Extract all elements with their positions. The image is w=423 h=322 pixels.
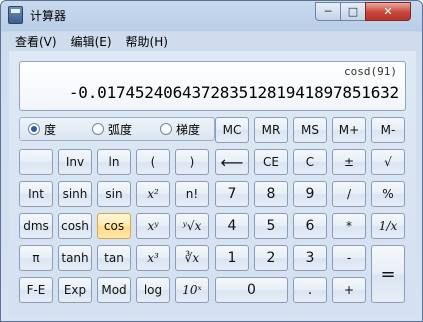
menu-edit[interactable]: 编辑(E) — [71, 33, 112, 50]
maximize-button[interactable]: □ — [340, 2, 366, 21]
inv-button[interactable]: Inv — [58, 149, 92, 175]
subtract-button[interactable]: - — [332, 245, 366, 271]
pi-button[interactable]: π — [19, 245, 53, 271]
digit-2-button[interactable]: 2 — [254, 245, 288, 271]
angle-degrees-label: 度 — [44, 122, 57, 137]
cos-button[interactable]: cos — [97, 213, 131, 239]
m-minus-button[interactable]: M- — [371, 117, 405, 143]
tanh-button[interactable]: tanh — [58, 245, 92, 271]
tan-button[interactable]: tan — [97, 245, 131, 271]
calculator-window: 计算器 ─ □ ✕ 查看(V) 编辑(E) 帮助(H) cosd(91) -0.… — [0, 0, 423, 322]
digit-8-button[interactable]: 8 — [254, 181, 288, 207]
backspace-button[interactable]: ⟵ — [215, 149, 249, 175]
menu-help[interactable]: 帮助(H) — [126, 33, 168, 50]
m-plus-button[interactable]: M+ — [332, 117, 366, 143]
blank-button[interactable] — [19, 149, 53, 175]
digit-3-button[interactable]: 3 — [293, 245, 327, 271]
ten-power-x-button[interactable]: 10ˣ — [175, 277, 209, 303]
exp-button[interactable]: Exp — [58, 277, 92, 303]
equals-button[interactable]: = — [371, 245, 405, 303]
percent-button[interactable]: % — [371, 181, 405, 207]
factorial-button[interactable]: n! — [175, 181, 209, 207]
radio-degrees[interactable] — [28, 123, 40, 135]
digit-0-button[interactable]: 0 — [215, 277, 288, 303]
angle-radians-label: 弧度 — [108, 122, 133, 137]
cube-root-button[interactable]: ∛x — [175, 245, 209, 271]
decimal-point-button[interactable]: . — [293, 277, 327, 303]
result-display: -0.01745240643728351281941897851632 — [68, 83, 399, 102]
sin-button[interactable]: sin — [97, 181, 131, 207]
multiply-button[interactable]: * — [332, 213, 366, 239]
digit-1-button[interactable]: 1 — [215, 245, 249, 271]
ln-button[interactable]: ln — [97, 149, 131, 175]
ms-button[interactable]: MS — [293, 117, 327, 143]
clear-button[interactable]: C — [293, 149, 327, 175]
angle-degrees-option[interactable]: 度 — [28, 121, 56, 138]
cosh-button[interactable]: cosh — [58, 213, 92, 239]
digit-9-button[interactable]: 9 — [293, 181, 327, 207]
divide-button[interactable]: / — [332, 181, 366, 207]
calculator-body: cosd(91) -0.0174524064372835128194189785… — [9, 51, 416, 315]
plus-minus-button[interactable]: ± — [332, 149, 366, 175]
sqrt-button[interactable]: √ — [371, 149, 405, 175]
mod-button[interactable]: Mod — [97, 277, 131, 303]
minimize-button[interactable]: ─ — [315, 2, 341, 21]
calculator-icon — [8, 6, 23, 24]
int-button[interactable]: Int — [19, 181, 53, 207]
f-e-button[interactable]: F-E — [19, 277, 53, 303]
x-power-y-button[interactable]: xʸ — [136, 213, 170, 239]
x-cubed-button[interactable]: x³ — [136, 245, 170, 271]
close-paren-button[interactable]: ) — [175, 149, 209, 175]
window-title: 计算器 — [30, 9, 67, 23]
log-button[interactable]: log — [136, 277, 170, 303]
angle-mode-group: 度 弧度 梯度 — [19, 117, 215, 141]
close-button[interactable]: ✕ — [365, 2, 411, 21]
y-root-x-button[interactable]: ʸ√x — [175, 213, 209, 239]
mr-button[interactable]: MR — [254, 117, 288, 143]
digit-6-button[interactable]: 6 — [293, 213, 327, 239]
digit-7-button[interactable]: 7 — [215, 181, 249, 207]
digit-4-button[interactable]: 4 — [215, 213, 249, 239]
title-bar[interactable]: 计算器 ─ □ ✕ — [1, 1, 422, 31]
sinh-button[interactable]: sinh — [58, 181, 92, 207]
x-squared-button[interactable]: x² — [136, 181, 170, 207]
open-paren-button[interactable]: ( — [136, 149, 170, 175]
menu-view[interactable]: 查看(V) — [15, 33, 57, 50]
ce-button[interactable]: CE — [254, 149, 288, 175]
radio-radians[interactable] — [92, 123, 104, 135]
expression-display: cosd(91) — [344, 65, 397, 78]
mc-button[interactable]: MC — [215, 117, 249, 143]
angle-gradians-label: 梯度 — [176, 122, 201, 137]
add-button[interactable]: + — [332, 277, 366, 303]
radio-gradians[interactable] — [160, 123, 172, 135]
menu-bar: 查看(V) 编辑(E) 帮助(H) — [9, 31, 414, 51]
reciprocal-button[interactable]: 1/x — [371, 213, 405, 239]
angle-gradians-option[interactable]: 梯度 — [160, 121, 200, 138]
display-panel: cosd(91) -0.0174524064372835128194189785… — [19, 61, 406, 111]
digit-5-button[interactable]: 5 — [254, 213, 288, 239]
angle-radians-option[interactable]: 弧度 — [92, 121, 132, 138]
dms-button[interactable]: dms — [19, 213, 53, 239]
